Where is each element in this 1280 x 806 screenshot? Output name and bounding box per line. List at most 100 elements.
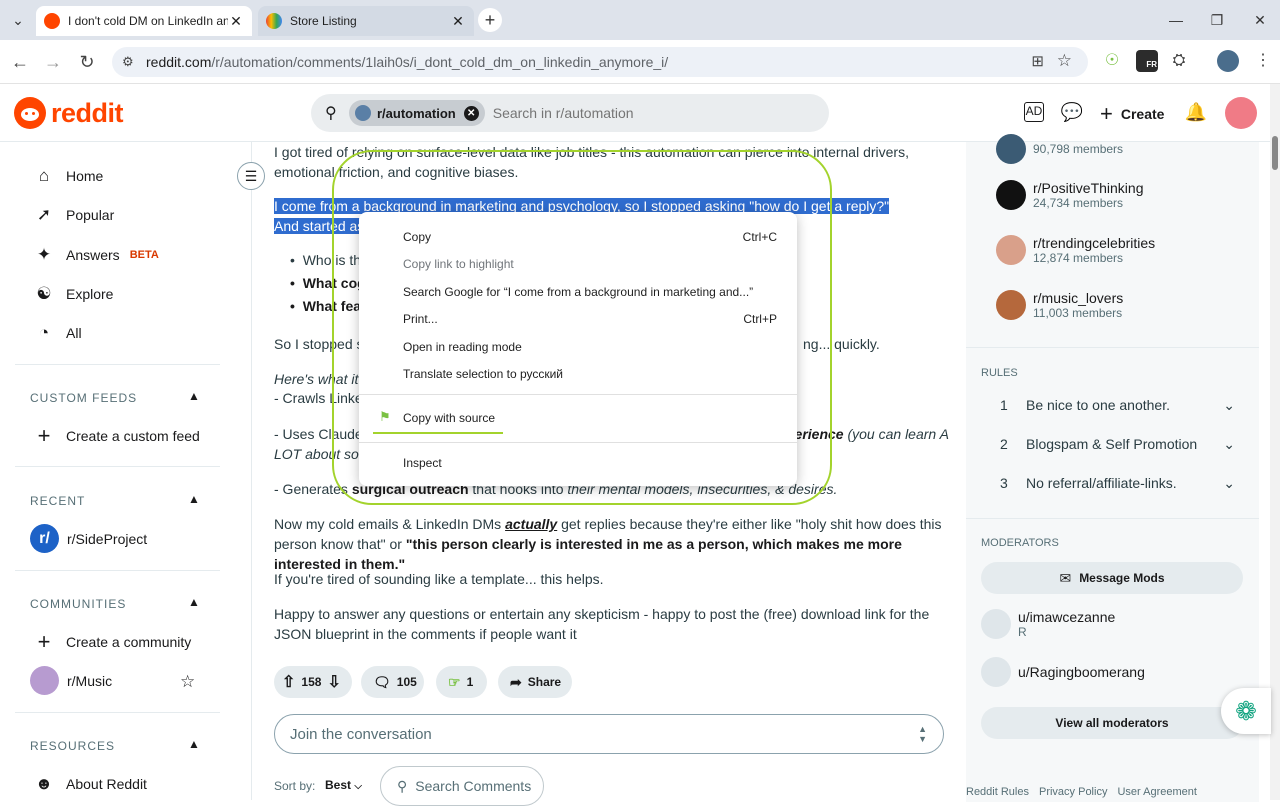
community-item-music[interactable]: r/Music [30,666,112,695]
nav-explore[interactable]: ☯ Explore [34,284,113,304]
create-custom-feed[interactable]: + Create a custom feed [34,423,200,448]
collapse-sidebar-icon[interactable]: ☰ [237,162,265,190]
create-button[interactable]: + Create [1100,101,1164,127]
sort-value: Best [325,778,352,792]
plus-icon: + [1100,101,1113,126]
sort-dropdown[interactable]: Best ⌵ [325,778,362,792]
close-window-icon[interactable]: ✕ [1248,8,1272,32]
chevron-down-icon: ⌵ [354,781,362,792]
custom-feeds-heading[interactable]: CUSTOM FEEDS [30,391,137,405]
close-tab-icon[interactable]: ✕ [450,13,466,30]
minimize-icon[interactable]: — [1164,8,1188,32]
extension-badge: FR [1146,60,1157,69]
chevron-up-icon[interactable]: ▲ [188,492,200,506]
community-row[interactable]: r/music_lovers 11,003 members [996,290,1123,320]
reddit-search-bar[interactable]: ⚲ r/automation ✕ [311,94,829,132]
award-button[interactable]: ☞ 1 [436,666,487,698]
profile-avatar[interactable] [1217,50,1239,72]
subreddit-search-chip[interactable]: r/automation ✕ [349,100,485,126]
search-input[interactable] [492,105,793,121]
recent-heading[interactable]: RECENT [30,494,85,508]
moderator-row[interactable]: u/Ragingboomerang [981,657,1145,687]
menu-item-print[interactable]: Print... Ctrl+P [403,312,777,326]
comments-button[interactable]: 🗨 105 [361,666,424,698]
menu-item-copy-link-highlight[interactable]: Copy link to highlight [403,257,777,271]
tab-reddit-post[interactable]: I don't cold DM on LinkedIn an ✕ [36,6,252,36]
expand-icon[interactable]: ▲ ▼ [918,724,927,744]
back-icon[interactable]: ← [8,50,32,74]
copy-with-source-extension-icon[interactable]: ☉ [1101,50,1123,72]
forward-icon[interactable]: → [41,50,65,74]
nav-label: Create a community [66,634,192,650]
chevron-down-icon: ⌄ [1223,397,1235,413]
create-community[interactable]: + Create a community [34,631,192,653]
user-avatar[interactable] [1225,97,1257,129]
message-mods-button[interactable]: ✉ Message Mods [981,562,1243,594]
nav-popular[interactable]: ➚ Popular [34,205,114,225]
tab-search-icon[interactable]: ⌄ [6,8,30,32]
menu-item-copy-with-source[interactable]: Copy with source [403,411,777,425]
notifications-bell-icon[interactable]: 🔔 [1184,100,1208,124]
award-icon: ☞ [448,673,461,690]
share-button[interactable]: ➦ Share [498,666,572,698]
beta-badge: BETA [129,249,159,261]
search-icon: ⚲ [325,105,337,122]
recent-item-sideproject[interactable]: r/r/SideProject [30,524,147,553]
menu-item-copy[interactable]: Copy Ctrl+C [403,230,777,244]
chat-icon[interactable]: 💬 [1060,100,1084,124]
url-bar[interactable]: ⚙ reddit.com/r/automation/comments/1laih… [112,47,1088,77]
reload-icon[interactable]: ↻ [75,50,99,74]
post-paragraph: I got tired of relying on surface-level … [274,144,909,180]
footer-link[interactable]: Privacy Policy [1039,786,1107,798]
community-row[interactable]: r/trendingcelebrities 12,874 members [996,235,1155,265]
close-tab-icon[interactable]: ✕ [228,13,244,30]
page-scrollbar[interactable] [1270,84,1280,800]
footer-link[interactable]: Reddit Rules [966,786,1029,798]
install-app-icon[interactable]: ⊞ [1031,52,1044,70]
scrollbar-thumb[interactable] [1272,136,1278,170]
menu-item-reading-mode[interactable]: Open in reading mode [403,340,777,354]
menu-separator [359,394,797,395]
nav-answers[interactable]: ✦ Answers BETA [34,245,159,265]
browser-menu-icon[interactable]: ⋮ [1252,50,1274,72]
resources-heading[interactable]: RESOURCES [30,739,115,753]
rule-item[interactable]: 2 Blogspam & Self Promotion ⌄ [1000,436,1235,453]
menu-item-translate[interactable]: Translate selection to русский [403,367,777,381]
tab-title: Store Listing [290,14,357,28]
communities-heading[interactable]: COMMUNITIES [30,597,126,611]
chevron-up-icon[interactable]: ▲ [188,737,200,751]
nav-about-reddit[interactable]: ☻ About Reddit [34,774,147,794]
extensions-puzzle-icon[interactable]: ⛭ [1168,50,1190,72]
community-row[interactable]: r/PositiveThinking 24,734 members [996,180,1144,210]
bookmark-star-icon[interactable]: ☆ [1057,51,1072,71]
create-label: Create [1120,106,1165,122]
search-comments-input[interactable]: ⚲ Search Comments [380,766,544,806]
translate-extension-icon[interactable]: FR [1136,50,1158,72]
menu-item-inspect[interactable]: Inspect [403,456,777,470]
view-all-moderators-button[interactable]: View all moderators [981,707,1243,739]
site-info-icon[interactable]: ⚙ [122,54,134,70]
rule-item[interactable]: 3 No referral/affiliate-links. ⌄ [1000,475,1235,492]
ai-assistant-icon[interactable]: ❁ [1221,688,1271,734]
tab-store-listing[interactable]: Store Listing ✕ [258,6,474,36]
maximize-icon[interactable]: ❐ [1205,8,1229,32]
plus-icon: + [37,423,51,448]
advertise-icon[interactable]: AD [1024,102,1044,122]
community-row[interactable]: 90,798 members [996,134,1123,164]
comment-input[interactable]: Join the conversation ▲ ▼ [274,714,944,754]
nav-label: r/SideProject [67,530,148,547]
downvote-icon[interactable]: ⇩ [327,672,340,692]
clear-chip-icon[interactable]: ✕ [463,105,479,121]
footer-link[interactable]: User Agreement [1117,786,1196,798]
chevron-up-icon[interactable]: ▲ [188,389,200,403]
upvote-icon[interactable]: ⇧ [282,672,295,692]
reddit-logo[interactable]: reddit [14,97,124,129]
chevron-up-icon[interactable]: ▲ [188,595,200,609]
menu-item-search-google[interactable]: Search Google for “I come from a backgro… [403,285,777,299]
moderator-row[interactable]: u/imawcezanne R [981,609,1115,639]
nav-all[interactable]: ◔ All [34,323,82,343]
favorite-star-icon[interactable]: ☆ [180,672,195,692]
nav-home[interactable]: ⌂ Home [34,166,104,186]
rule-item[interactable]: 1 Be nice to one another. ⌄ [1000,397,1235,414]
new-tab-icon[interactable]: + [478,8,502,32]
